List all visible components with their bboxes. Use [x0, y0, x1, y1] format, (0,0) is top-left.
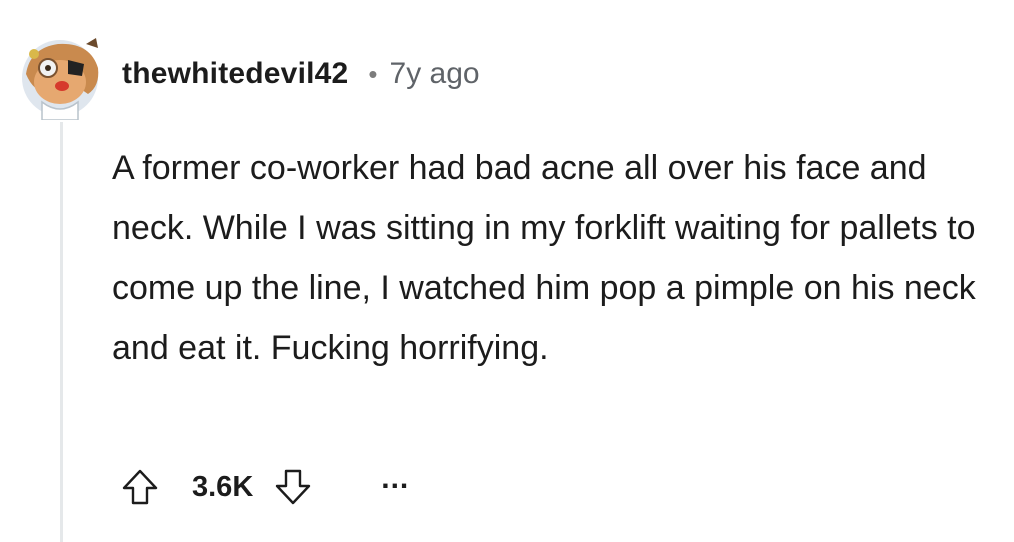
- vote-score: 3.6K: [192, 470, 254, 503]
- upvote-arrow-icon[interactable]: [118, 465, 162, 509]
- comment-body: A former co-worker had bad acne all over…: [112, 149, 976, 367]
- comment-actions: 3.6K ...: [118, 462, 409, 512]
- more-options-icon[interactable]: ...: [381, 464, 409, 494]
- snoo-avatar-icon: [22, 38, 99, 121]
- thread-line[interactable]: [60, 122, 63, 542]
- author-username[interactable]: thewhitedevil42: [122, 57, 348, 91]
- downvote-arrow-icon[interactable]: [271, 465, 315, 509]
- meta-separator: •: [368, 58, 378, 89]
- comment-header: thewhitedevil42 • 7y ago: [122, 54, 480, 94]
- comment-timestamp[interactable]: 7y ago: [390, 57, 480, 91]
- user-avatar[interactable]: [12, 24, 112, 121]
